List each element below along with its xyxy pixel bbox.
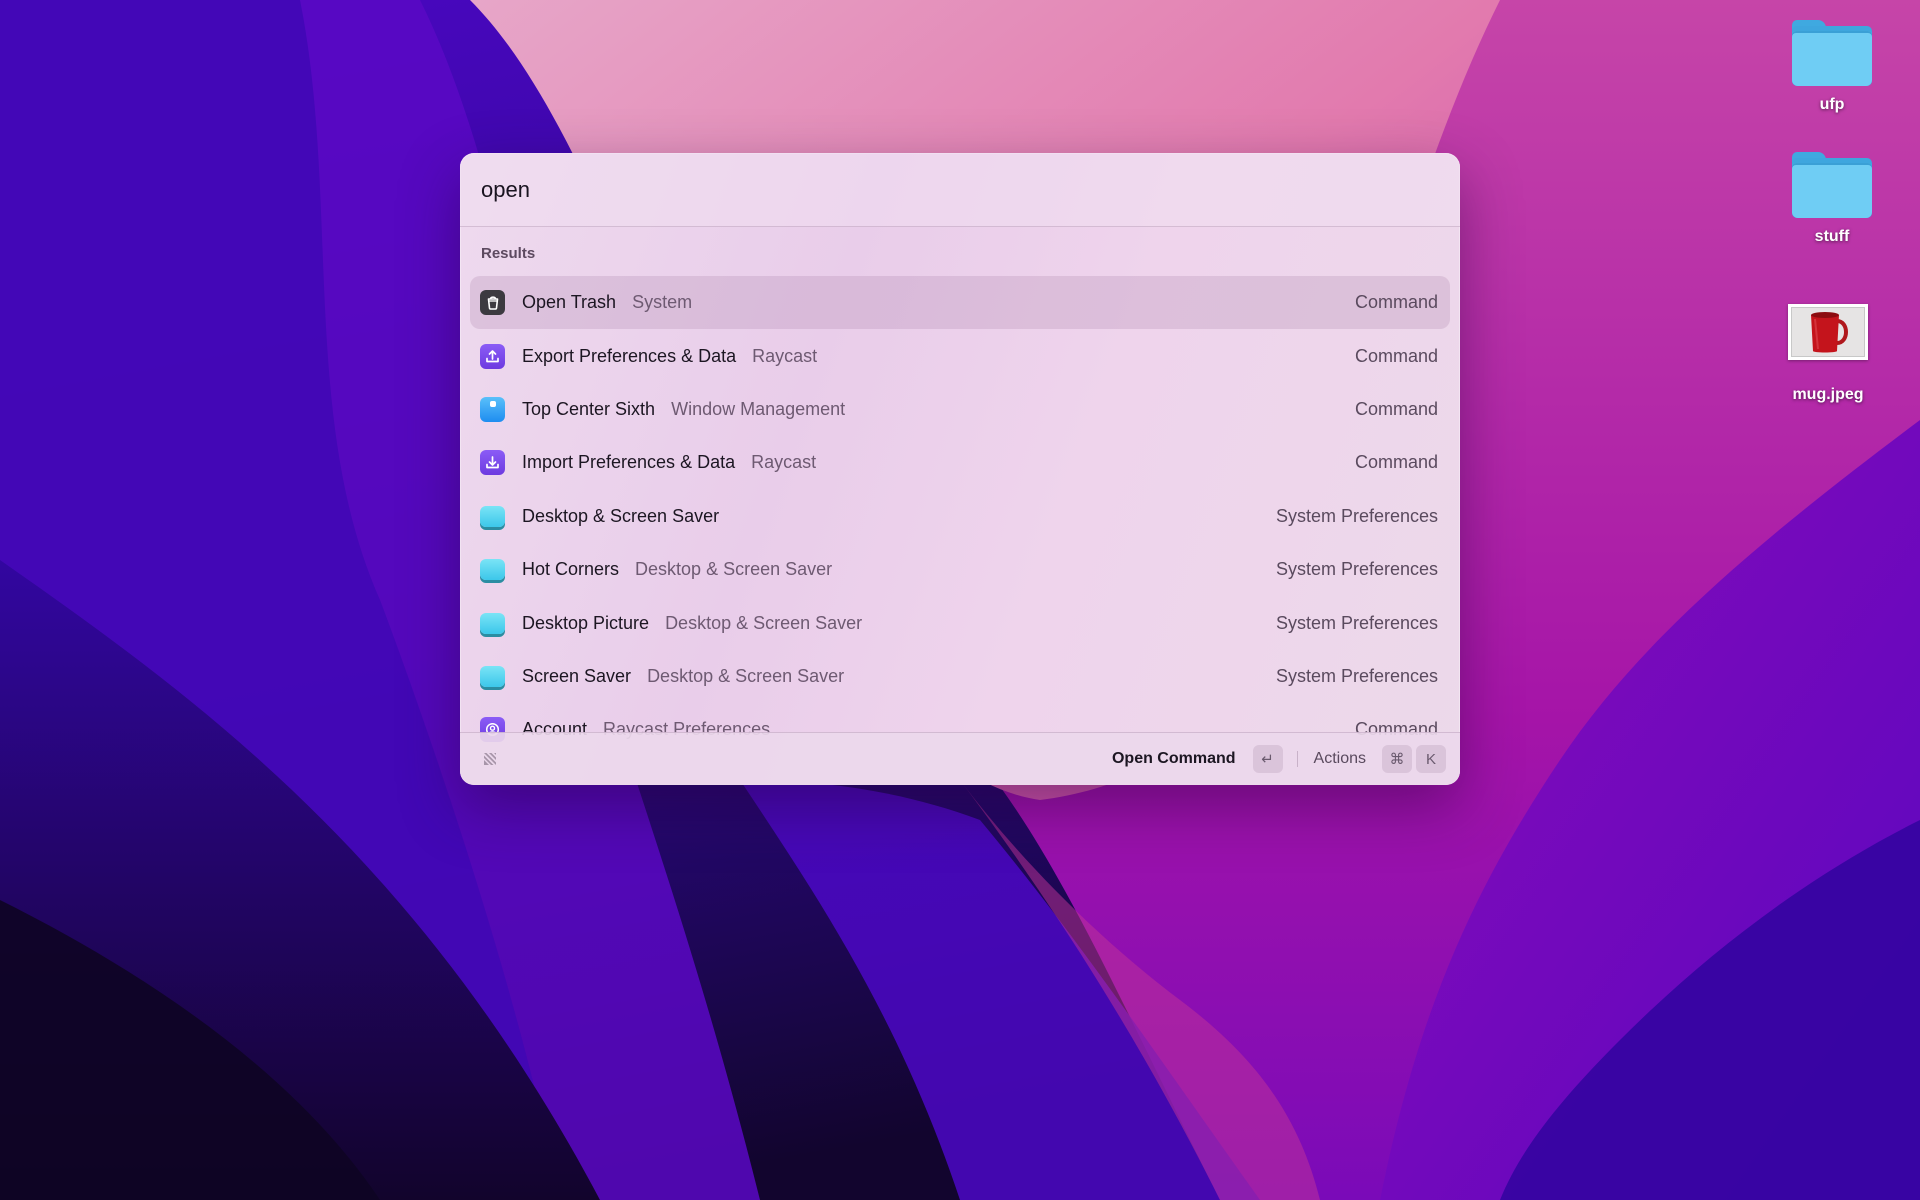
desktop-item-label: ufp [1819,96,1845,113]
upload-icon [480,343,505,369]
result-subtitle: Raycast [752,345,818,366]
result-subtitle: Desktop & Screen Saver [635,559,833,580]
result-accessory: Command [1354,398,1438,419]
result-title: Top Center Sixth [522,398,656,419]
result-title: Screen Saver [522,665,632,686]
desktop-screen-saver-icon [480,505,505,527]
desktop-item-folder[interactable]: ufp [1772,20,1892,114]
result-accessory: System Preferences [1275,559,1438,580]
result-title: Hot Corners [522,559,620,580]
desktop-item-folder[interactable]: stuff [1772,152,1892,246]
result-item-desktop-picture[interactable]: Desktop Picture Desktop & Screen Saver S… [470,596,1450,649]
result-title: Import Preferences & Data [522,452,736,473]
desktop-item-label: mug.jpeg [1792,386,1864,403]
actions-button[interactable]: Actions [1314,750,1366,768]
k-key-hint: K [1416,745,1446,773]
folder-icon [1792,20,1872,86]
result-subtitle: Window Management [671,398,846,419]
search-bar [460,153,1460,227]
result-accessory: Command [1354,345,1438,366]
result-title: Desktop Picture [522,612,650,633]
result-accessory: System Preferences [1275,505,1438,526]
desktop-screen-saver-icon [480,612,505,634]
action-bar: Open Command ↵ Actions ⌘ K [460,732,1460,785]
result-title: Desktop & Screen Saver [522,505,720,526]
desktop-screen-saver-icon [480,665,505,687]
result-accessory: System Preferences [1275,612,1438,633]
mug-icon [1811,312,1848,353]
desktop-item-image[interactable]: mug.jpeg [1768,300,1888,404]
result-item-import-preferences[interactable]: Import Preferences & Data Raycast Comman… [470,436,1450,489]
result-accessory: System Preferences [1275,665,1438,686]
return-key-hint: ↵ [1252,745,1283,773]
folder-icon [1792,152,1872,218]
image-thumbnail-icon [1788,304,1868,360]
raycast-logo-icon[interactable] [478,747,502,771]
desktop-item-label: stuff [1814,228,1850,245]
result-item-open-trash[interactable]: Open Trash System Command [470,276,1450,330]
result-item-hot-corners[interactable]: Hot Corners Desktop & Screen Saver Syste… [470,543,1450,596]
raycast-window: Results Open Trash System Command Export… [460,153,1460,785]
result-item-desktop-screen-saver[interactable]: Desktop & Screen Saver System Preference… [470,490,1450,543]
result-title: Open Trash [522,292,617,313]
result-item-top-center-sixth[interactable]: Top Center Sixth Window Management Comma… [470,383,1450,436]
result-subtitle: Desktop & Screen Saver [647,665,845,686]
result-title: Export Preferences & Data [522,345,737,366]
download-icon [480,450,505,476]
window-management-icon [480,396,505,422]
command-key-hint: ⌘ [1382,745,1412,773]
desktop-screen-saver-icon [480,559,505,581]
results-list: Open Trash System Command Export Prefere… [460,276,1460,785]
search-input[interactable] [481,176,1439,203]
trash-icon [480,290,505,316]
result-item-export-preferences[interactable]: Export Preferences & Data Raycast Comman… [470,329,1450,382]
result-accessory: Command [1354,452,1438,473]
result-subtitle: Raycast [751,452,817,473]
result-accessory: Command [1354,292,1438,313]
footer-divider [1296,751,1298,767]
result-subtitle: System [632,292,693,313]
result-subtitle: Desktop & Screen Saver [665,612,863,633]
result-item-screen-saver[interactable]: Screen Saver Desktop & Screen Saver Syst… [470,650,1450,703]
results-section-title: Results [481,245,536,262]
open-command-button[interactable]: Open Command [1112,750,1236,768]
